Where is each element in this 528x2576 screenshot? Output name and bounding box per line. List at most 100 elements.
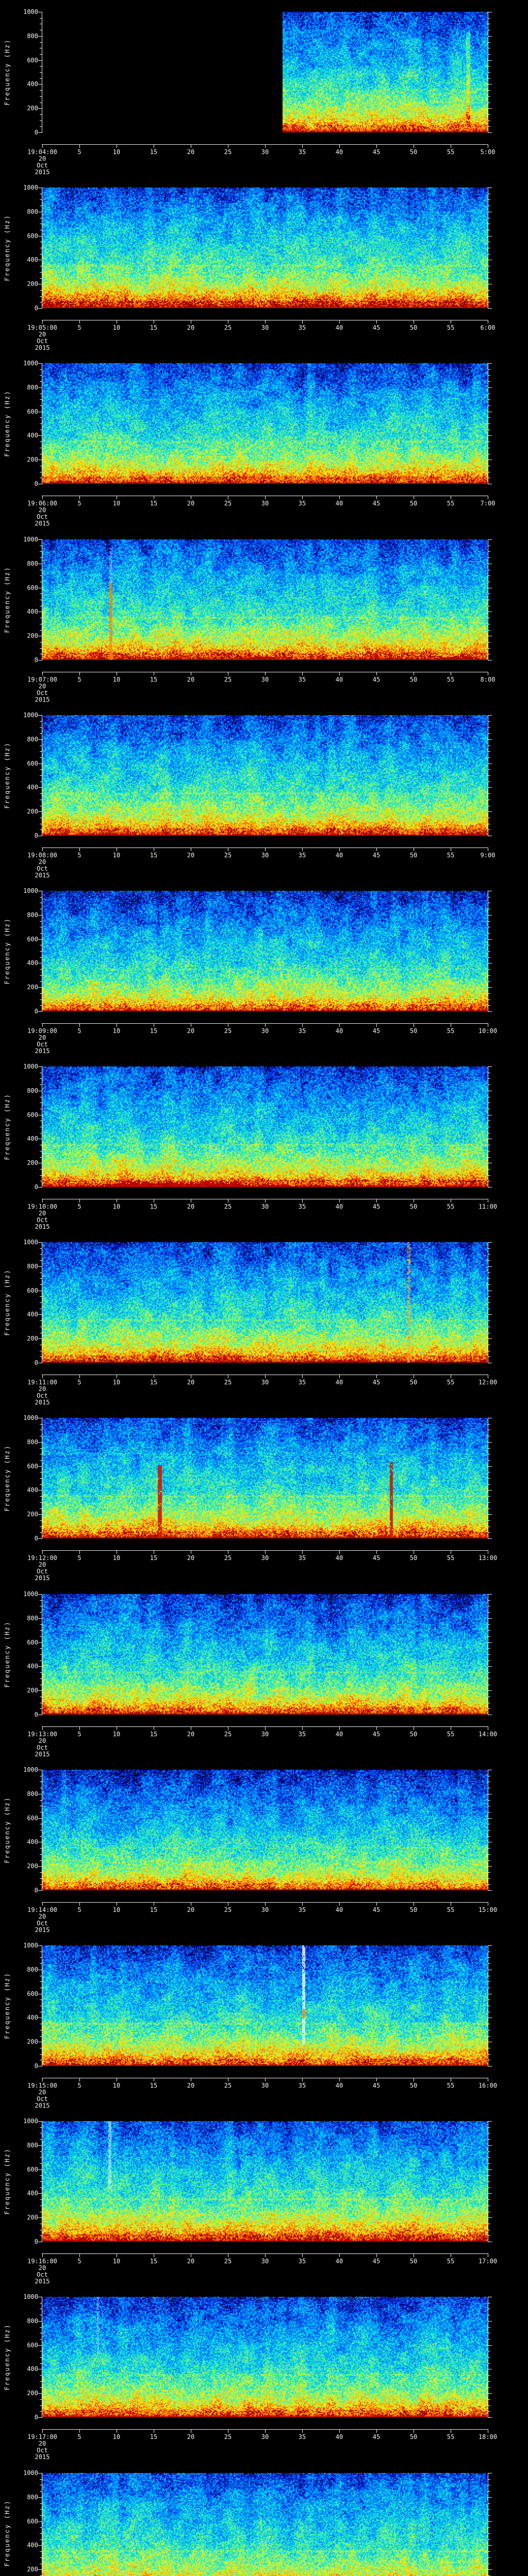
x-tick	[376, 1727, 377, 1730]
y-tick	[488, 2363, 490, 2364]
y-tick	[40, 381, 42, 382]
x-tick-label: 5	[77, 2082, 81, 2089]
x-tick	[376, 1024, 377, 1027]
y-tick	[40, 951, 42, 952]
y-tick	[38, 1266, 42, 1267]
y-tick	[40, 1636, 42, 1637]
y-tick-label: 0	[34, 1535, 38, 1542]
y-tick	[40, 78, 42, 79]
x-tick-label: 40	[335, 2082, 343, 2089]
x-tick-label: 35	[298, 676, 306, 683]
y-tick	[40, 999, 42, 1000]
y-tick	[488, 1284, 490, 1285]
y-tick	[40, 575, 42, 576]
y-tick-label: 600	[27, 408, 38, 415]
x-tick	[42, 2254, 43, 2257]
x-tick-label: 15	[150, 1554, 158, 1562]
y-tick	[40, 1672, 42, 1673]
y-tick	[488, 254, 490, 255]
y-tick-label: 400	[27, 256, 38, 263]
x-tick-label: 10	[112, 500, 121, 507]
x-tick-label: 20	[187, 324, 195, 331]
x-tick	[302, 848, 303, 851]
y-tick	[488, 1478, 490, 1479]
y-tick	[488, 1448, 490, 1449]
x-tick-label: 20	[187, 500, 195, 507]
y-tick	[488, 1830, 490, 1831]
y-tick	[488, 1302, 490, 1303]
y-tick-label: 800	[27, 1263, 38, 1270]
x-tick-label: 45	[372, 1554, 381, 1562]
x-tick-label: 25	[224, 324, 232, 331]
date-year-label: 2015	[35, 344, 50, 351]
y-tick	[40, 1448, 42, 1449]
y-tick	[40, 1963, 42, 1964]
x-tick-label: 50	[409, 1379, 418, 1386]
x-tick-label: 30	[261, 2433, 269, 2441]
y-tick	[488, 1945, 492, 1946]
y-tick	[38, 2393, 42, 2394]
y-tick	[40, 1654, 42, 1655]
y-tick	[488, 1660, 490, 1661]
y-tick	[40, 2127, 42, 2128]
y-tick	[488, 417, 490, 418]
x-tick	[42, 1727, 43, 1730]
x-tick-label: 55	[447, 1203, 455, 1210]
x-tick-label: 5	[77, 148, 81, 156]
date-year-label: 2015	[35, 872, 50, 879]
y-tick-label: 1000	[23, 2293, 38, 2300]
y-tick	[38, 1011, 42, 1012]
y-tick	[38, 2217, 42, 2218]
y-tick	[40, 1848, 42, 1849]
y-tick	[40, 757, 42, 758]
y-tick-label: 1000	[23, 1942, 38, 1949]
y-tick	[40, 1884, 42, 1885]
x-tick	[265, 2254, 266, 2257]
x-tick-label: 40	[335, 676, 343, 683]
y-tick	[488, 1636, 490, 1637]
y-tick	[40, 1078, 42, 1079]
y-tick	[488, 2491, 490, 2492]
y-tick	[488, 2515, 490, 2516]
y-tick	[40, 769, 42, 770]
x-tick	[265, 320, 266, 324]
y-tick-label: 600	[27, 1111, 38, 1118]
y-axis-title: Frequency (Hz)	[4, 214, 11, 281]
y-tick	[488, 1442, 492, 1443]
end-time-label: 7:00	[480, 500, 496, 507]
y-tick	[488, 1520, 490, 1521]
x-tick	[79, 1727, 80, 1730]
x-tick-label: 5	[77, 1027, 81, 1035]
x-tick-label: 20	[187, 1731, 195, 1738]
x-tick-label: 30	[261, 324, 269, 331]
y-tick	[488, 96, 490, 97]
x-tick-label: 45	[372, 2433, 381, 2441]
y-tick-label: 600	[27, 1287, 38, 1294]
x-tick-label: 25	[224, 852, 232, 859]
y-tick-label: 800	[27, 1790, 38, 1798]
x-tick	[376, 320, 377, 324]
y-tick	[488, 1296, 490, 1297]
y-axis-title: Frequency (Hz)	[4, 1269, 11, 1336]
y-tick-label: 400	[27, 1838, 38, 1845]
y-tick	[38, 1066, 42, 1067]
x-tick-label: 30	[261, 500, 269, 507]
y-tick	[40, 721, 42, 722]
y-tick	[40, 1254, 42, 1255]
spectrogram-image	[42, 1770, 488, 1890]
x-tick-label: 55	[447, 2082, 455, 2089]
spectrogram-panel: Frequency (Hz) 0 200 400 600 800 1000 5 10 15 20 25…	[0, 1406, 528, 1582]
y-tick	[488, 278, 490, 279]
y-tick	[38, 363, 42, 364]
x-tick	[339, 672, 340, 675]
x-tick-label: 15	[150, 852, 158, 859]
y-tick-label: 1000	[23, 2469, 38, 2477]
y-tick	[40, 2181, 42, 2182]
x-tick	[302, 1727, 303, 1730]
y-tick	[488, 2545, 492, 2546]
x-tick	[79, 2430, 80, 2433]
x-tick-label: 40	[335, 148, 343, 156]
y-tick	[488, 1690, 492, 1691]
y-tick	[38, 1538, 42, 1539]
y-tick-label: 800	[27, 1966, 38, 1973]
